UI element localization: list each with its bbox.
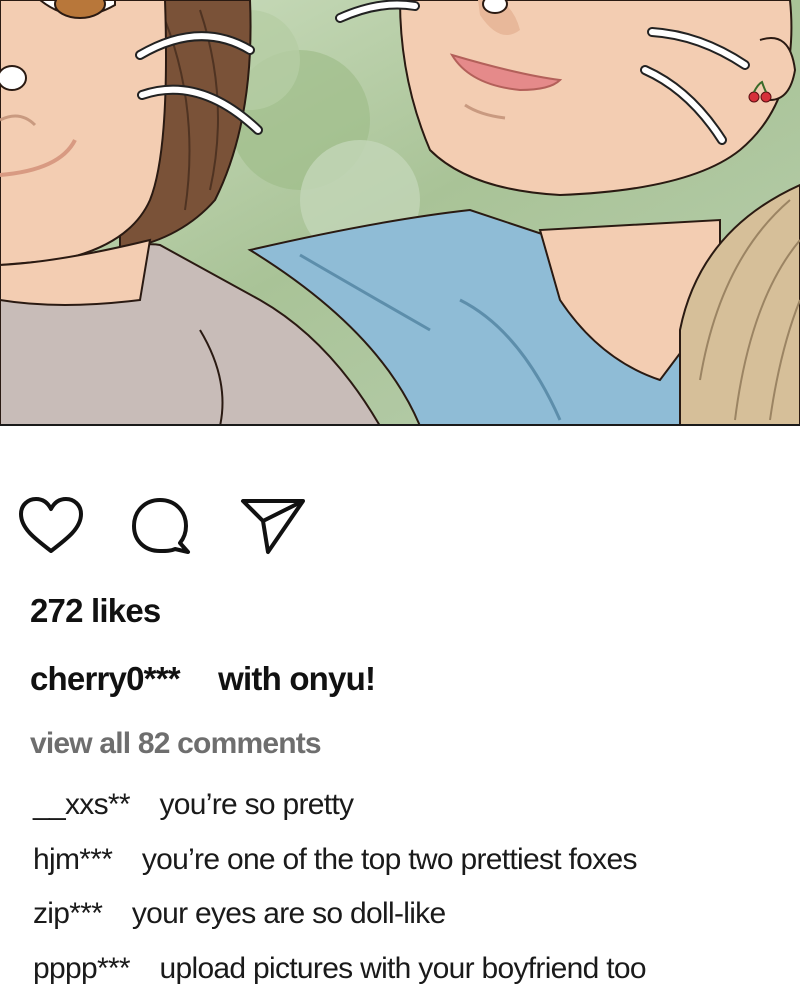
comment-text: you’re so pretty xyxy=(159,788,353,821)
post-caption: cherry0*** with onyu! xyxy=(30,660,375,698)
author-username[interactable]: cherry0*** xyxy=(30,660,180,697)
comment-item: hjm*** you’re one of the top two prettie… xyxy=(33,843,646,898)
comment-item: __xxs** you’re so pretty xyxy=(33,788,646,843)
view-all-comments-link[interactable]: view all 82 comments xyxy=(30,727,321,761)
selfie-illustration xyxy=(0,0,800,426)
share-button[interactable] xyxy=(240,496,306,556)
caption-text: with onyu! xyxy=(218,660,375,697)
comment-text: you’re one of the top two prettiest foxe… xyxy=(142,843,637,876)
heart-icon xyxy=(18,496,84,556)
comment-button[interactable] xyxy=(130,496,196,556)
comment-text: your eyes are so doll-like xyxy=(132,897,446,930)
comment-username[interactable]: __xxs** xyxy=(33,788,130,821)
comment-text: upload pictures with your boyfriend too xyxy=(160,952,646,985)
comment-list: __xxs** you’re so pretty hjm*** you’re o… xyxy=(33,788,646,1006)
like-button[interactable] xyxy=(18,496,84,556)
likes-count[interactable]: 272 likes xyxy=(30,592,160,630)
comment-username[interactable]: hjm*** xyxy=(33,843,112,876)
comment-bubble-icon xyxy=(130,496,196,556)
comment-username[interactable]: pppp*** xyxy=(33,952,130,985)
send-icon xyxy=(240,496,306,556)
comment-item: zip*** your eyes are so doll-like xyxy=(33,897,646,952)
comment-username[interactable]: zip*** xyxy=(33,897,102,930)
comment-item: pppp*** upload pictures with your boyfri… xyxy=(33,952,646,1006)
post-photo[interactable] xyxy=(0,0,800,426)
